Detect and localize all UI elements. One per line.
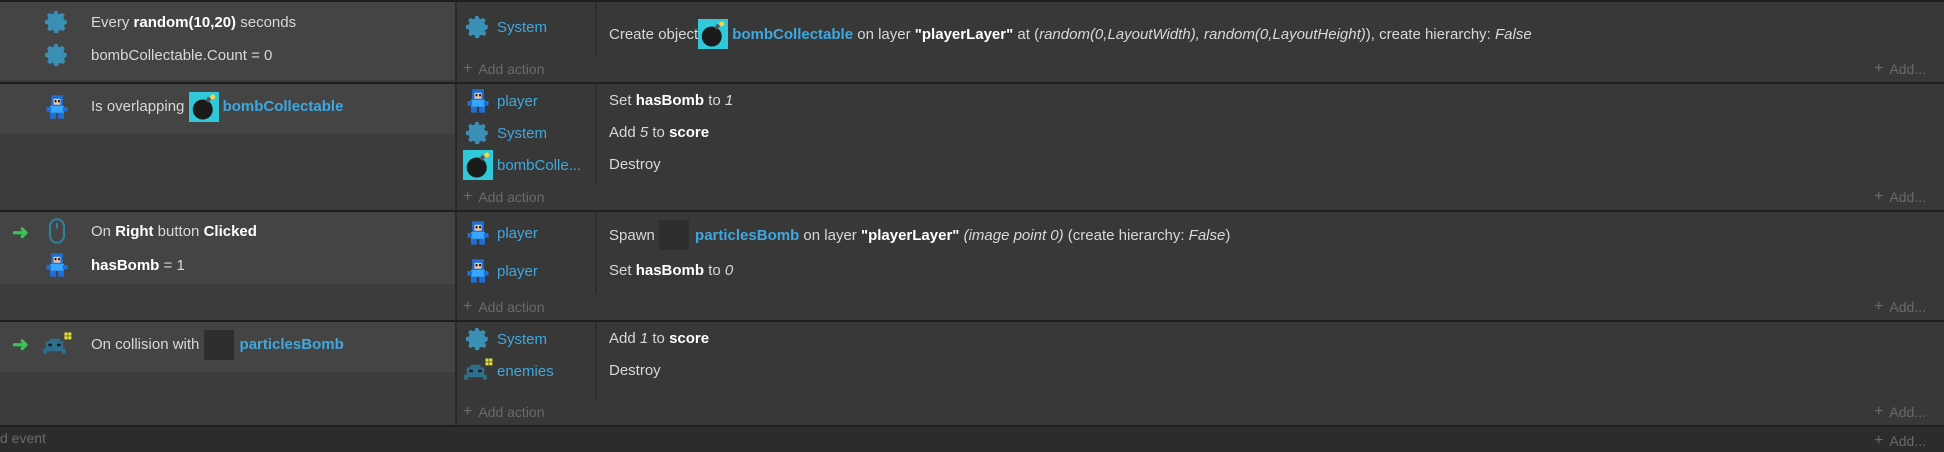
object-link[interactable]: bombCollectable <box>732 26 853 43</box>
event-4[interactable]: ➜ On collision with particlesBomb System… <box>0 320 1944 425</box>
add-action-button[interactable]: + Add action <box>463 188 545 206</box>
add-more-button[interactable]: + Add... <box>1874 298 1926 316</box>
object-name: System <box>497 124 548 142</box>
bomb-icon <box>188 92 219 122</box>
event-3-action-1-object[interactable]: player <box>463 218 538 248</box>
event-4-action-1-object[interactable]: System <box>463 324 547 354</box>
gear-icon <box>42 40 72 70</box>
event-1-actions[interactable]: System Create object bombCollectable on … <box>457 2 1944 82</box>
gear-icon <box>463 324 493 354</box>
action-param: random(0,LayoutWidth), random(0,LayoutHe… <box>1039 25 1366 43</box>
bomb-icon <box>698 19 729 49</box>
object-link[interactable]: particlesBomb <box>240 336 344 353</box>
action-text: ), create hierarchy: <box>1365 25 1495 43</box>
plus-icon: + <box>463 298 473 315</box>
event-4-conditions[interactable]: ➜ On collision with particlesBomb <box>0 322 457 425</box>
event-3-actions[interactable]: player Spawn particlesBomb on layer "pla… <box>457 212 1944 320</box>
event-4-action-2[interactable]: Destroy <box>609 362 661 379</box>
add-event-label[interactable]: d event <box>0 430 46 446</box>
event-2-condition-1[interactable]: Is overlapping bombCollectable <box>42 92 343 122</box>
condition-param: random(10,20) <box>133 13 237 31</box>
player-icon <box>463 86 493 116</box>
event-1[interactable]: Every random(10,20) seconds bombCollecta… <box>0 0 1944 82</box>
event-2-action-3[interactable]: Destroy <box>609 156 661 173</box>
object-name: System <box>497 330 548 348</box>
object-name: System <box>497 18 548 36</box>
event-3-conditions[interactable]: ➜ On Right button Clicked hasBomb = 1 <box>0 212 457 320</box>
add-action-button[interactable]: + Add action <box>463 60 545 78</box>
gear-icon <box>463 118 493 148</box>
object-link[interactable]: particlesBomb <box>695 227 799 244</box>
condition-text: Is overlapping <box>91 97 189 115</box>
trigger-arrow-icon: ➜ <box>12 334 29 356</box>
plus-icon: + <box>1874 298 1884 315</box>
action-text: on layer <box>853 25 915 43</box>
event-4-action-2-object[interactable]: enemies <box>463 356 554 386</box>
gear-icon <box>42 7 72 37</box>
action-param: "playerLayer" <box>914 25 1014 43</box>
event-3-condition-2[interactable]: hasBomb = 1 <box>42 250 185 280</box>
event-1-conditions[interactable]: Every random(10,20) seconds bombCollecta… <box>0 2 457 82</box>
event-3-action-1[interactable]: Spawn particlesBomb on layer "playerLaye… <box>609 220 1230 250</box>
particles-icon <box>203 330 234 360</box>
event-3[interactable]: ➜ On Right button Clicked hasBomb = 1 pl… <box>0 210 1944 320</box>
plus-icon: + <box>1874 60 1884 77</box>
mouse-icon <box>42 216 72 246</box>
event-2-conditions[interactable]: Is overlapping bombCollectable <box>0 84 457 210</box>
object-link[interactable]: bombCollectable <box>223 98 344 115</box>
gear-icon <box>463 12 493 42</box>
action-param: False <box>1495 25 1532 43</box>
plus-icon: + <box>1874 188 1884 205</box>
event-2[interactable]: Is overlapping bombCollectable player Se… <box>0 82 1944 210</box>
event-1-action-object[interactable]: System <box>463 12 547 42</box>
event-1-condition-1[interactable]: Every random(10,20) seconds <box>42 7 296 37</box>
plus-icon: + <box>463 188 473 205</box>
event-2-action-2[interactable]: Add 5 to score <box>609 124 709 141</box>
event-3-condition-1[interactable]: On Right button Clicked <box>42 216 257 246</box>
object-name: bombColle... <box>497 156 582 174</box>
event-3-action-2-object[interactable]: player <box>463 256 538 286</box>
plus-icon: + <box>1874 403 1884 420</box>
event-2-action-1[interactable]: Set hasBomb to 1 <box>609 92 733 109</box>
add-more-button[interactable]: + Add... <box>1874 432 1926 450</box>
add-action-button[interactable]: + Add action <box>463 403 545 421</box>
condition-text: Every <box>91 13 134 31</box>
condition-text: bombCollectable.Count = 0 <box>91 46 273 64</box>
plus-icon: + <box>1874 432 1884 449</box>
object-name: player <box>497 224 538 242</box>
player-icon <box>42 250 72 280</box>
action-text: Create object <box>609 25 699 43</box>
enemy-icon <box>463 356 493 386</box>
event-2-action-1-object[interactable]: player <box>463 86 538 116</box>
condition-text: seconds <box>236 13 297 31</box>
object-name: player <box>497 262 538 280</box>
player-icon <box>463 256 493 286</box>
event-1-condition-2[interactable]: bombCollectable.Count = 0 <box>42 40 272 70</box>
object-name: player <box>497 92 538 110</box>
trigger-arrow-icon: ➜ <box>12 222 29 244</box>
bomb-icon <box>463 150 493 180</box>
object-name: enemies <box>497 362 554 380</box>
plus-icon: + <box>463 403 473 420</box>
enemy-icon <box>42 330 72 360</box>
event-1-action-1[interactable]: Create object bombCollectable on layer "… <box>609 19 1532 49</box>
event-3-action-2[interactable]: Set hasBomb to 0 <box>609 262 733 279</box>
event-2-action-2-object[interactable]: System <box>463 118 547 148</box>
plus-icon: + <box>463 60 473 77</box>
add-more-button[interactable]: + Add... <box>1874 188 1926 206</box>
event-2-action-3-object[interactable]: bombColle... <box>463 150 581 180</box>
event-2-actions[interactable]: player Set hasBomb to 1 System Add 5 to … <box>457 84 1944 210</box>
player-icon <box>42 92 72 122</box>
add-more-button[interactable]: + Add... <box>1874 403 1926 421</box>
add-event-row[interactable]: d event + Add... <box>0 425 1944 452</box>
event-4-condition-1[interactable]: On collision with particlesBomb <box>42 330 344 360</box>
player-icon <box>463 218 493 248</box>
event-4-action-1[interactable]: Add 1 to score <box>609 330 709 347</box>
add-action-button[interactable]: + Add action <box>463 298 545 316</box>
particles-icon <box>659 220 690 250</box>
action-text: at ( <box>1013 25 1040 43</box>
add-more-button[interactable]: + Add... <box>1874 60 1926 78</box>
event-4-actions[interactable]: System Add 1 to score enemies Destroy + A… <box>457 322 1944 425</box>
